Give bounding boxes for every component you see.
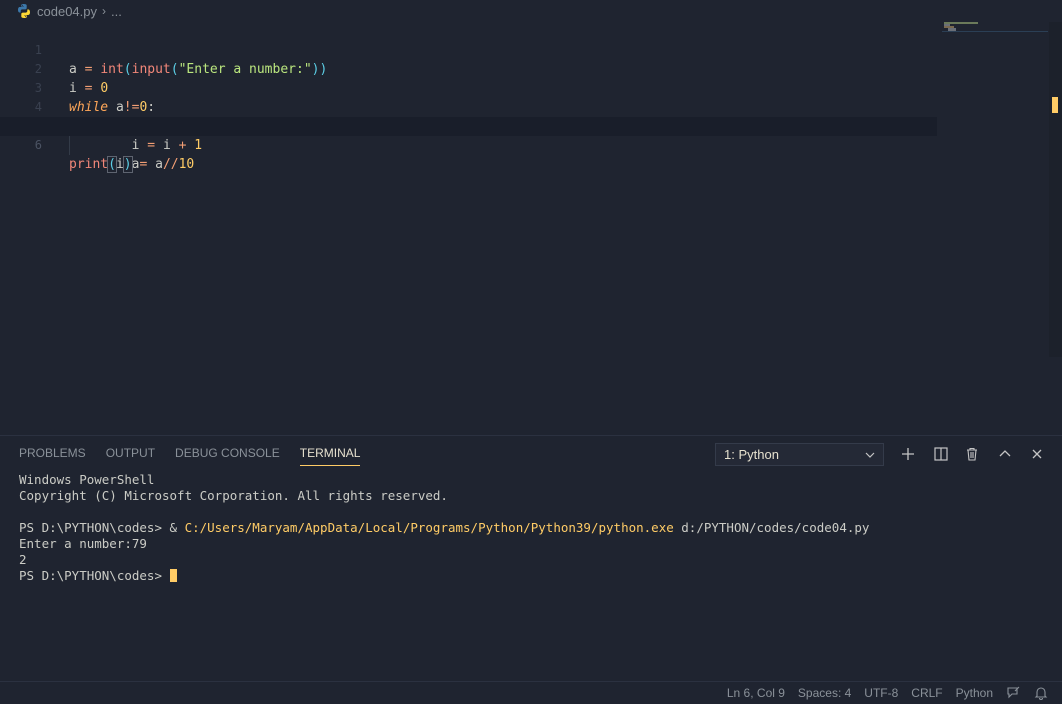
terminal-exe-path: C:/Users/Maryam/AppData/Local/Programs/P… — [184, 520, 674, 535]
panel-tabs: PROBLEMS OUTPUT DEBUG CONSOLE TERMINAL — [19, 446, 380, 466]
close-panel-button[interactable] — [1028, 445, 1046, 463]
code-line-1[interactable]: 1 a = int(input("Enter a number:")) — [0, 22, 937, 77]
status-indentation[interactable]: Spaces: 4 — [798, 686, 851, 700]
breadcrumb-more[interactable]: ... — [111, 4, 122, 19]
vscode-window: code04.py › ... 1 a = int(input("Enter a… — [0, 0, 1062, 704]
indent-guide — [69, 136, 70, 155]
split-icon — [934, 447, 948, 461]
token-paren: ( — [107, 156, 117, 173]
token-var: a — [155, 157, 163, 172]
trash-icon — [967, 447, 977, 461]
chevron-down-icon — [865, 452, 875, 458]
token-number: 1 — [194, 138, 203, 153]
token-op: = — [139, 157, 156, 172]
terminal-line: Copyright (C) Microsoft Corporation. All… — [19, 488, 448, 503]
code-text: print(i) — [69, 155, 133, 174]
breadcrumb-separator-icon: › — [102, 4, 106, 18]
python-icon — [18, 4, 30, 18]
chevron-up-icon — [999, 450, 1011, 457]
maximize-panel-button[interactable] — [996, 445, 1014, 463]
terminal-cursor — [169, 569, 177, 582]
new-terminal-button[interactable] — [899, 445, 917, 463]
breadcrumb-file[interactable]: code04.py — [37, 4, 97, 19]
terminal-line: PS D:\PYTHON\codes> & C:/Users/Maryam/Ap… — [19, 520, 1049, 536]
token-op: + — [170, 138, 195, 153]
code-line-2[interactable]: 2 i = 0 — [0, 41, 937, 96]
terminal-prompt: PS D:\PYTHON\codes> — [19, 568, 170, 583]
terminal-select[interactable]: 1: Python — [715, 443, 884, 466]
token-var: i — [162, 138, 171, 153]
feedback-button[interactable] — [1006, 686, 1021, 700]
tab-problems[interactable]: PROBLEMS — [19, 446, 86, 466]
terminal-amp: & — [169, 520, 185, 535]
editor-scrollbar[interactable] — [1049, 22, 1062, 357]
token-op: // — [162, 157, 179, 172]
code-text: i = i + 1 — [69, 136, 202, 155]
bell-icon — [1034, 687, 1048, 700]
breadcrumb: code04.py › ... — [0, 0, 1062, 22]
status-bar: Ln 6, Col 9 Spaces: 4 UTF-8 CRLF Python — [0, 681, 1062, 704]
split-terminal-button[interactable] — [932, 445, 950, 463]
status-language[interactable]: Python — [956, 686, 993, 700]
token-var: i — [115, 157, 124, 172]
terminal-select-value: 1: Python — [724, 447, 779, 462]
token-op: = — [139, 138, 163, 153]
terminal-arg: d:/PYTHON/codes/code04.py — [673, 520, 870, 535]
tab-debug-console[interactable]: DEBUG CONSOLE — [175, 446, 280, 466]
notifications-button[interactable] — [1034, 686, 1048, 700]
feedback-icon — [1007, 686, 1020, 699]
scrollbar-cursor-marker — [1052, 97, 1058, 113]
line-number: 6 — [34, 138, 42, 152]
tab-output[interactable]: OUTPUT — [106, 446, 155, 466]
kill-terminal-button[interactable] — [963, 445, 981, 463]
status-eol[interactable]: CRLF — [911, 686, 942, 700]
code-line-4[interactable]: 4 i = i + 1 — [0, 79, 937, 153]
plus-icon — [902, 448, 914, 460]
tab-terminal[interactable]: TERMINAL — [299, 446, 361, 466]
code-line-6[interactable]: 6 print(i) — [0, 117, 937, 173]
terminal-output[interactable]: Windows PowerShell Copyright (C) Microsof… — [19, 472, 1049, 584]
code-line-3[interactable]: 3 while a!=0: — [0, 60, 937, 115]
code-line-5[interactable]: 5 a= a//10 — [0, 98, 937, 172]
bottom-panel: PROBLEMS OUTPUT DEBUG CONSOLE TERMINAL 1… — [0, 435, 1062, 682]
terminal-line: Windows PowerShell — [19, 472, 155, 487]
token-number: 10 — [178, 157, 195, 172]
minimap-slider[interactable] — [942, 31, 1048, 32]
terminal-line: Enter a number:79 — [19, 536, 147, 551]
token-builtin: print — [69, 157, 109, 172]
terminal-line: 2 — [19, 552, 27, 567]
status-encoding[interactable]: UTF-8 — [864, 686, 898, 700]
minimap[interactable] — [944, 22, 1044, 52]
terminal-prompt: PS D:\PYTHON\codes> — [19, 520, 170, 535]
close-icon — [1032, 449, 1042, 459]
token-paren: ) — [122, 156, 133, 173]
terminal-line: PS D:\PYTHON\codes> — [19, 568, 1049, 584]
status-cursor-position[interactable]: Ln 6, Col 9 — [727, 686, 785, 700]
code-editor[interactable]: 1 a = int(input("Enter a number:")) 2 i … — [0, 22, 1062, 435]
